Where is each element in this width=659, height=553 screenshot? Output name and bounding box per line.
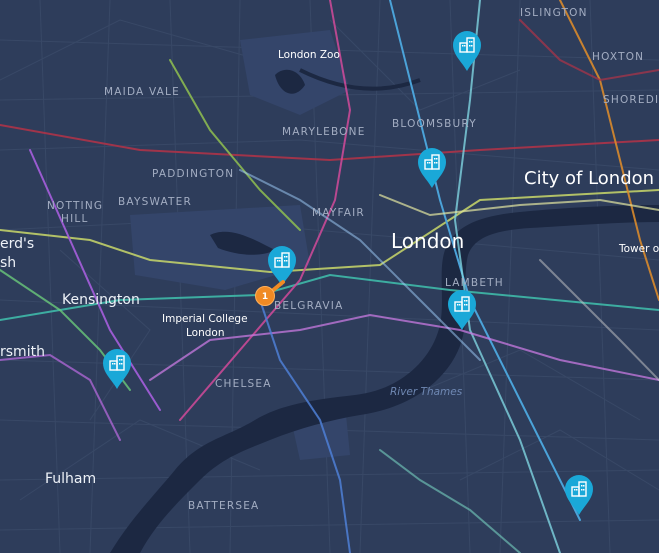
label-bloomsbury: BLOOMSBURY <box>392 118 477 130</box>
building-pin-3[interactable] <box>267 245 297 287</box>
label-fulham: Fulham <box>45 471 97 487</box>
label-paddington: PADDINGTON <box>152 168 235 180</box>
label-battersea: BATTERSEA <box>188 500 260 512</box>
label-london-zoo: London Zoo <box>278 49 340 61</box>
building-pin-4[interactable] <box>447 289 477 331</box>
building-icon <box>268 246 296 286</box>
label-chelsea: CHELSEA <box>215 378 272 390</box>
cluster-marker[interactable]: 1 <box>255 286 275 306</box>
building-icon <box>103 349 131 389</box>
building-icon <box>448 290 476 330</box>
building-icon <box>418 148 446 188</box>
label-imperial-college-1: Imperial College <box>162 313 248 325</box>
label-shepherds-bush-2: sh <box>0 255 17 271</box>
label-tower: Tower o <box>619 243 659 255</box>
building-pin-5[interactable] <box>102 348 132 390</box>
label-mayfair: MAYFAIR <box>312 207 365 219</box>
label-maida-vale: MAIDA VALE <box>104 86 180 98</box>
label-islington: ISLINGTON <box>520 7 588 19</box>
map-base-layer <box>0 0 659 553</box>
label-notting-hill-1: NOTTING <box>47 200 104 212</box>
label-marylebone: MARYLEBONE <box>282 126 366 138</box>
label-shepherds-bush-1: erd's <box>0 236 35 252</box>
label-lambeth: LAMBETH <box>445 277 504 289</box>
label-imperial-college-2: London <box>186 327 225 339</box>
label-shoreditch: SHOREDI <box>603 94 659 106</box>
building-pin-1[interactable] <box>452 30 482 72</box>
building-icon <box>565 475 593 515</box>
label-hammersmith: rsmith <box>0 344 45 360</box>
building-icon <box>453 31 481 71</box>
label-notting-hill-2: HILL <box>61 213 89 225</box>
building-pin-6[interactable] <box>564 474 594 516</box>
map-canvas[interactable]: ISLINGTON HOXTON SHOREDI London Zoo MAID… <box>0 0 659 553</box>
building-pin-2[interactable] <box>417 147 447 189</box>
label-bayswater: BAYSWATER <box>118 196 192 208</box>
label-river-thames: River Thames <box>390 386 463 398</box>
label-hoxton: HOXTON <box>592 51 645 63</box>
label-city-of-london: City of London <box>524 168 655 189</box>
label-london: London <box>391 229 465 253</box>
label-kensington: Kensington <box>62 292 140 308</box>
label-belgravia: BELGRAVIA <box>274 300 344 312</box>
